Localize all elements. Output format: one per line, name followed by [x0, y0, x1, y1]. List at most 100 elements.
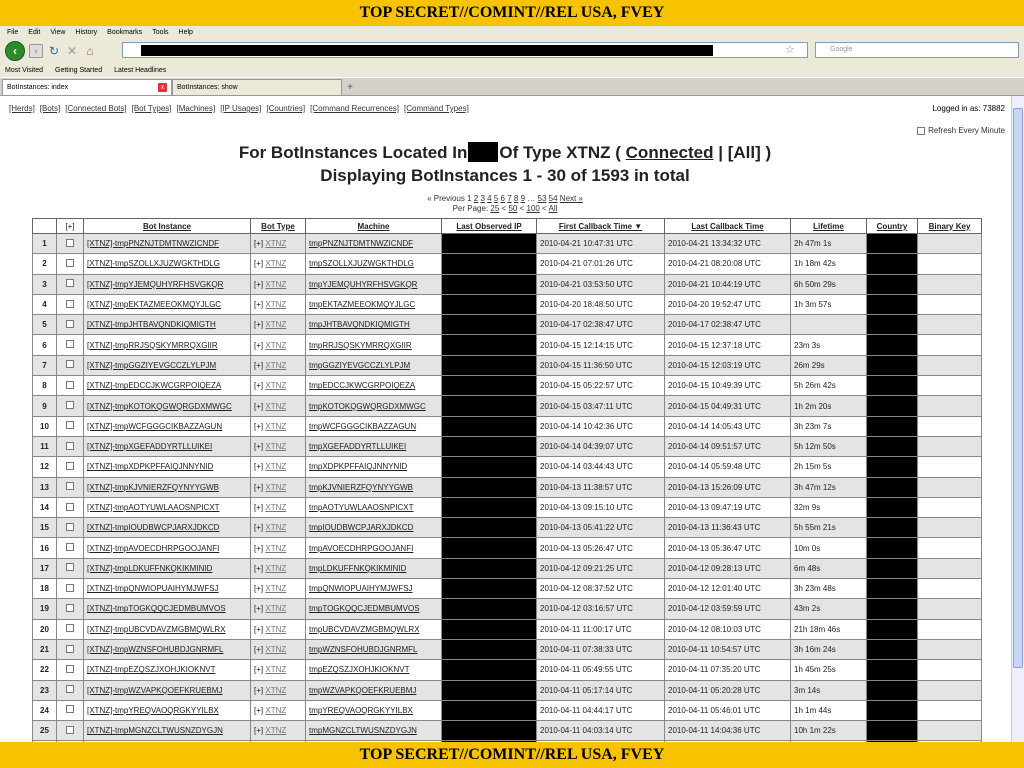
bot-type-link[interactable]: XTNZ: [265, 726, 286, 735]
bot-type-link[interactable]: XTNZ: [265, 503, 286, 512]
machine-link[interactable]: tmpXDPKPFFAIQJNNYNID: [309, 462, 407, 471]
row-checkbox[interactable]: [66, 644, 74, 653]
bot-type-link[interactable]: XTNZ: [265, 361, 286, 370]
bot-instance-link[interactable]: [XTNZ]-tmpMGNZCLTWUSNZDYGJN: [87, 726, 223, 735]
bot-type-expand[interactable]: [+]: [254, 259, 263, 268]
bot-type-link[interactable]: XTNZ: [265, 625, 286, 634]
bot-type-expand[interactable]: [+]: [254, 300, 263, 309]
machine-link[interactable]: tmpPNZNJTDMTNWZICNDF: [309, 239, 413, 248]
tab-botinstances-show[interactable]: BotInstances: show: [172, 79, 342, 95]
bot-instance-link[interactable]: [XTNZ]-tmpAVOECDHRPGOOJANFI: [87, 544, 219, 553]
bot-type-link[interactable]: XTNZ: [265, 381, 286, 390]
pager-page-54[interactable]: 54: [549, 194, 558, 203]
pager-page[interactable]: 4: [487, 194, 491, 203]
row-select[interactable]: [56, 517, 84, 539]
bot-type-expand[interactable]: [+]: [254, 462, 263, 471]
bookmark-star-icon[interactable]: ☆: [785, 43, 795, 56]
row-select[interactable]: [56, 314, 84, 336]
bot-type-expand[interactable]: [+]: [254, 381, 263, 390]
row-select[interactable]: [56, 415, 84, 437]
bot-type-expand[interactable]: [+]: [254, 320, 263, 329]
per-page-50[interactable]: 50: [508, 204, 517, 213]
bot-instance-link[interactable]: [XTNZ]-tmpWCFGGGCIKBAZZAGUN: [87, 422, 222, 431]
bot-type-expand[interactable]: [+]: [254, 544, 263, 553]
bot-instance-link[interactable]: [XTNZ]-tmpKJVNIERZFQYNYYGWB: [87, 483, 219, 492]
bot-type-expand[interactable]: [+]: [254, 726, 263, 735]
bot-instance-link[interactable]: [XTNZ]-tmpAOTYUWLAAOSNPICXT: [87, 503, 219, 512]
pager-page[interactable]: 5: [494, 194, 498, 203]
row-checkbox[interactable]: [66, 543, 74, 552]
link-bot-types[interactable]: [Bot Types]: [132, 104, 172, 113]
row-select[interactable]: [56, 720, 84, 742]
bot-instance-link[interactable]: [XTNZ]-tmpXGEFADDYRTLLUIKEI: [87, 442, 212, 451]
pager-page[interactable]: 9: [521, 194, 525, 203]
bot-type-expand[interactable]: [+]: [254, 280, 263, 289]
url-bar[interactable]: ☆: [122, 42, 808, 58]
row-select[interactable]: [56, 557, 84, 580]
machine-link[interactable]: tmpEZQSZJXOHJKIOKNVT: [309, 665, 409, 674]
pager-page[interactable]: 2: [474, 194, 478, 203]
bot-instance-link[interactable]: [XTNZ]-tmpWZVAPKQOEFKRUEBMJ: [87, 686, 222, 695]
col-select-all[interactable]: [+]: [56, 218, 84, 234]
menu-bookmarks[interactable]: Bookmarks: [107, 29, 142, 36]
link-connected-bots[interactable]: [Connected Bots]: [65, 104, 126, 113]
back-button[interactable]: ‹: [5, 41, 25, 61]
row-checkbox[interactable]: [66, 502, 74, 511]
bot-type-link[interactable]: XTNZ: [265, 320, 286, 329]
bot-instance-link[interactable]: [XTNZ]-tmpYJEMQUHYRFHSVGKQR: [87, 280, 223, 289]
machine-link[interactable]: tmpEKTAZMEEOKMQYJLGC: [309, 300, 415, 309]
connected-link[interactable]: Connected: [626, 143, 714, 162]
bot-instance-link[interactable]: [XTNZ]-tmpEKTAZMEEOKMQYJLGC: [87, 300, 221, 309]
row-select[interactable]: [56, 293, 84, 316]
row-select[interactable]: [56, 476, 84, 498]
machine-link[interactable]: tmpSZOLLXJUZWGKTHDLG: [309, 259, 414, 268]
bot-type-expand[interactable]: [+]: [254, 239, 263, 248]
menu-view[interactable]: View: [50, 29, 65, 36]
link-ip-usages[interactable]: [IP Usages]: [220, 104, 261, 113]
link-countries[interactable]: [Countries]: [266, 104, 305, 113]
bot-type-expand[interactable]: [+]: [254, 625, 263, 634]
col-binary-key[interactable]: Binary Key: [917, 218, 982, 234]
row-select[interactable]: [56, 273, 84, 295]
bot-type-link[interactable]: XTNZ: [265, 422, 286, 431]
machine-link[interactable]: tmpWZVAPKQOEFKRUEBMJ: [309, 686, 416, 695]
bookmark-most-visited[interactable]: Most Visited: [5, 67, 43, 74]
row-checkbox[interactable]: [66, 563, 74, 572]
col-bot-type[interactable]: Bot Type: [250, 218, 306, 234]
menu-help[interactable]: Help: [179, 29, 193, 36]
machine-link[interactable]: tmpKJVNIERZFQYNYYGWB: [309, 483, 413, 492]
machine-link[interactable]: tmpIOUDBWCPJARXJDKCD: [309, 523, 413, 532]
bot-instance-link[interactable]: [XTNZ]-tmpLDKUFFNKQKIKMINID: [87, 564, 212, 573]
machine-link[interactable]: tmpTOGKQQCJEDMBUMVOS: [309, 604, 420, 613]
reload-icon[interactable]: ↻: [47, 44, 61, 58]
home-icon[interactable]: ⌂: [83, 44, 97, 58]
pager-next[interactable]: Next »: [560, 194, 583, 203]
row-checkbox[interactable]: [66, 258, 74, 267]
bot-type-expand[interactable]: [+]: [254, 584, 263, 593]
row-select[interactable]: [56, 496, 84, 519]
row-select[interactable]: [56, 456, 84, 478]
row-select[interactable]: [56, 435, 84, 458]
bot-instance-link[interactable]: [XTNZ]-tmpGGZIYEVGCCZLYLPJM: [87, 361, 216, 370]
menu-file[interactable]: File: [7, 29, 18, 36]
row-select[interactable]: [56, 334, 84, 356]
machine-link[interactable]: tmpEDCCJKWCGRPOIQEZA: [309, 381, 415, 390]
bot-type-link[interactable]: XTNZ: [265, 483, 286, 492]
col-lifetime[interactable]: Lifetime: [790, 218, 867, 234]
bot-type-expand[interactable]: [+]: [254, 442, 263, 451]
machine-link[interactable]: tmpYREQVAOQRGKYYILBX: [309, 706, 413, 715]
machine-link[interactable]: tmpAVOECDHRPGOOJANFI: [309, 544, 413, 553]
bot-instance-link[interactable]: [XTNZ]-tmpWZNSFOHUBDJGNRMFL: [87, 645, 223, 654]
link-bots[interactable]: [Bots]: [40, 104, 60, 113]
close-icon[interactable]: x: [158, 83, 167, 92]
row-checkbox[interactable]: [66, 624, 74, 633]
pager-page[interactable]: 6: [501, 194, 505, 203]
row-checkbox[interactable]: [66, 421, 74, 430]
per-page-all[interactable]: All: [549, 204, 558, 213]
machine-link[interactable]: tmpMGNZCLTWUSNZDYGJN: [309, 726, 417, 735]
row-select[interactable]: [56, 638, 84, 661]
row-checkbox[interactable]: [66, 299, 74, 308]
per-page-25[interactable]: 25: [490, 204, 499, 213]
bot-type-expand[interactable]: [+]: [254, 564, 263, 573]
col-first-callback[interactable]: First Callback Time ▼: [536, 218, 665, 234]
